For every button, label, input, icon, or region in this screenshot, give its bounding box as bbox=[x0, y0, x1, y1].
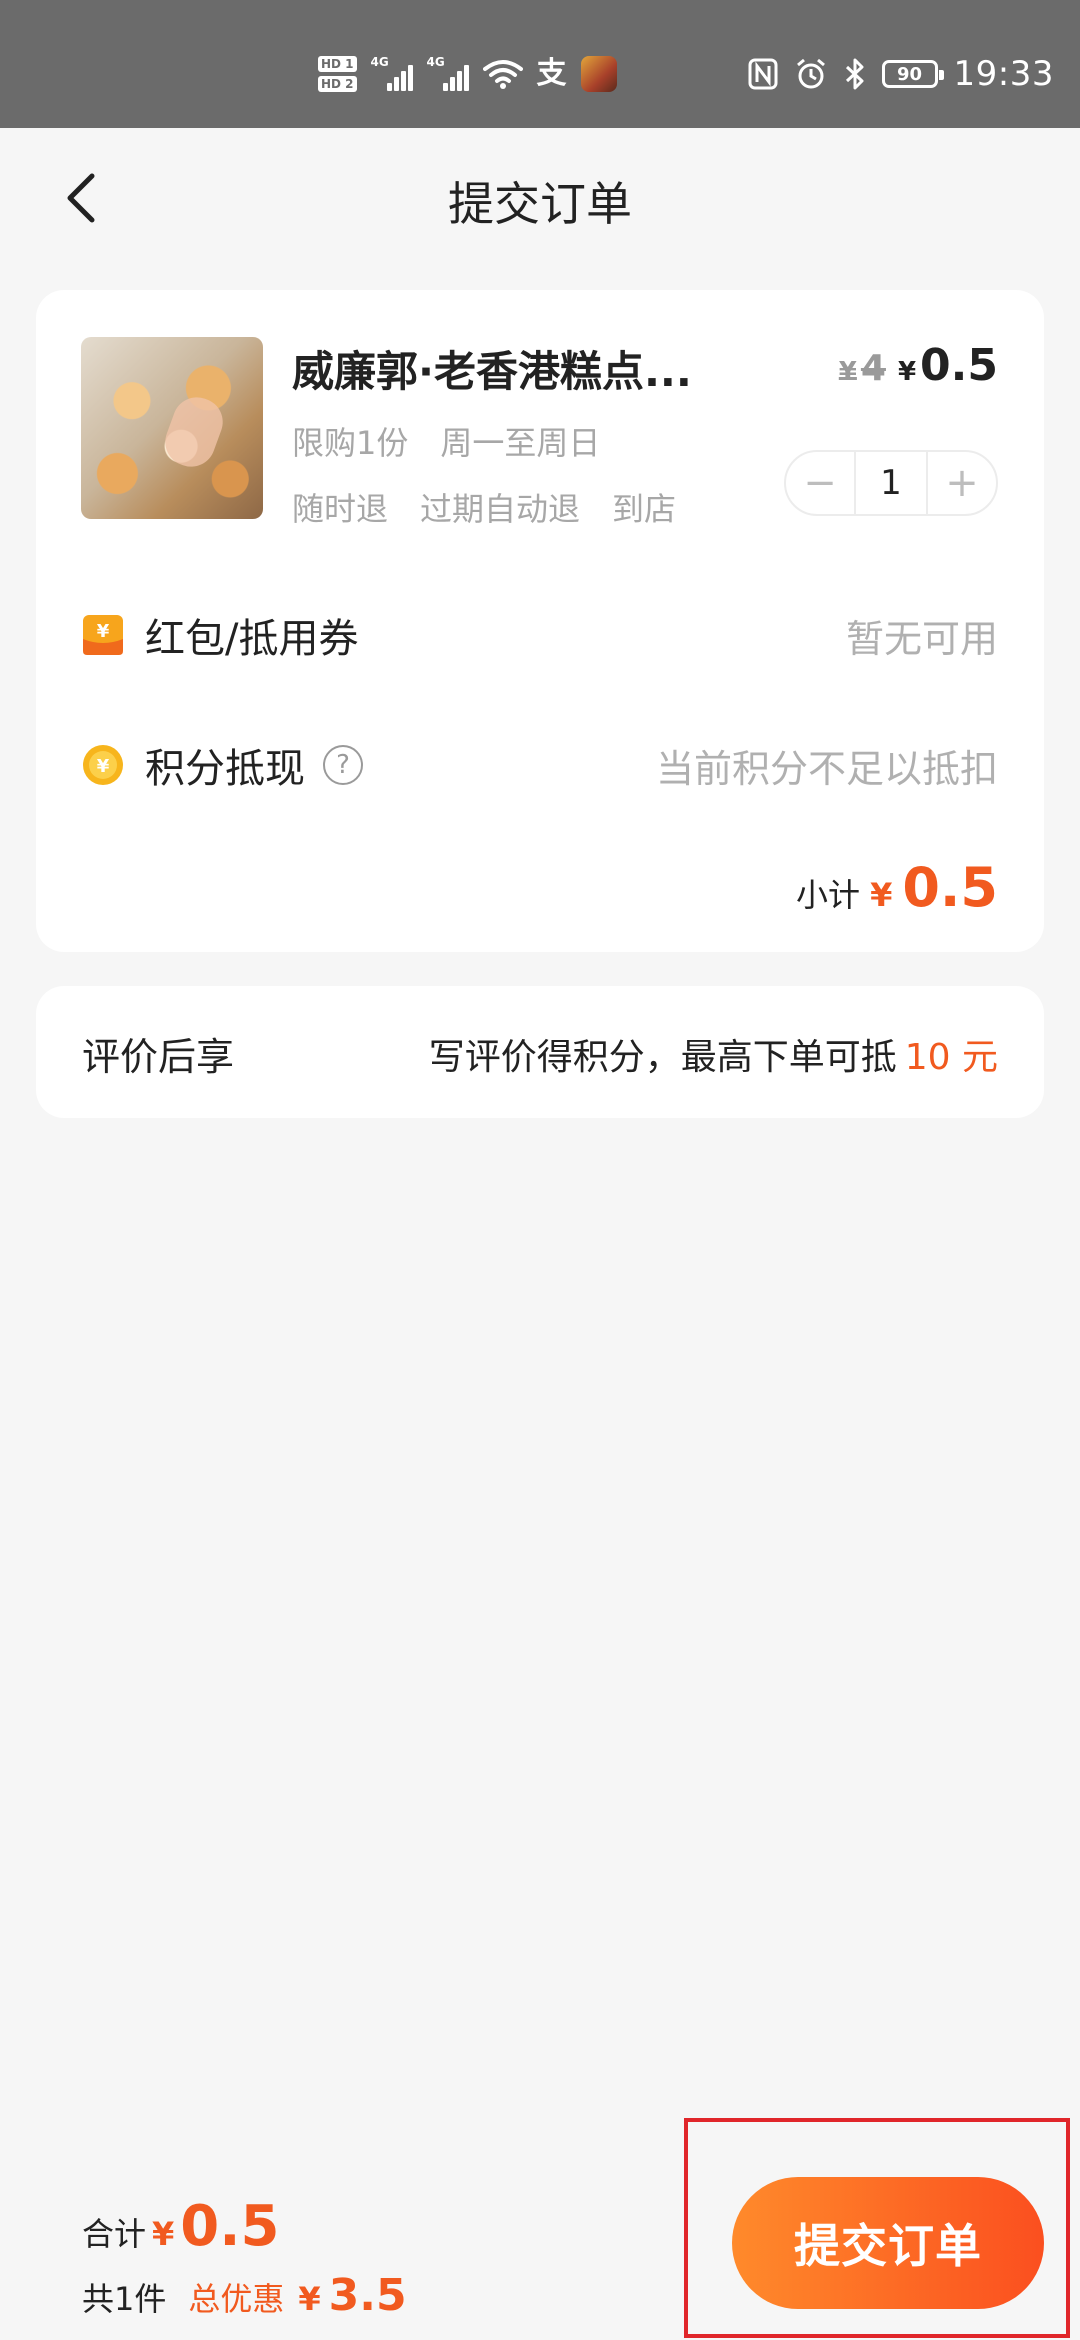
battery-level: 90 bbox=[896, 63, 923, 85]
original-price-symbol: ¥ bbox=[838, 357, 857, 387]
status-left-group: HD 1 HD 2 4G 4G 支 bbox=[318, 50, 617, 98]
subtotal-symbol: ¥ bbox=[870, 876, 893, 914]
decrease-button[interactable]: − bbox=[786, 452, 854, 514]
svg-text:¥: ¥ bbox=[97, 621, 110, 642]
status-bar: HD 1 HD 2 4G 4G 支 90 19:33 bbox=[0, 0, 1080, 128]
battery-icon: 90 bbox=[881, 60, 944, 88]
alarm-icon bbox=[796, 58, 825, 89]
product-name[interactable]: 威廉郭·老香港糕点... bbox=[292, 338, 812, 399]
discount-label: 总优惠 bbox=[188, 2280, 285, 2318]
product-tags-row-1: 限购1份 周一至周日 bbox=[292, 418, 600, 464]
discount-symbol: ¥ bbox=[298, 2280, 321, 2318]
game-notification-icon bbox=[580, 56, 617, 92]
signal-2-icon: 4G bbox=[426, 55, 469, 91]
quantity-stepper: − 1 + bbox=[784, 450, 998, 516]
review-reward-label: 评价后享 bbox=[82, 1035, 235, 1079]
help-icon[interactable]: ? bbox=[323, 745, 363, 785]
page-title: 提交订单 bbox=[448, 177, 632, 231]
product-tags-row-2: 随时退 过期自动退 到店 bbox=[292, 484, 676, 530]
app-header: 提交订单 bbox=[0, 128, 1080, 268]
points-row: ¥ 积分抵现 ? 当前积分不足以抵扣 bbox=[81, 730, 998, 800]
subtotal-amount: 0.5 bbox=[902, 856, 998, 919]
svg-text:¥: ¥ bbox=[97, 756, 110, 777]
review-reward-amount: 10 元 bbox=[904, 1037, 998, 1078]
bluetooth-icon bbox=[845, 58, 864, 90]
coupon-label: 红包/抵用券 bbox=[145, 616, 359, 662]
coupon-value: 暂无可用 bbox=[845, 616, 998, 661]
current-price: ¥0.5 bbox=[898, 340, 998, 391]
status-right-group: 90 19:33 bbox=[748, 50, 1054, 98]
total-line: 合计 ¥ 0.5 bbox=[82, 2194, 279, 2259]
price-group: ¥4 ¥0.5 bbox=[839, 340, 998, 391]
tag-refund-anytime: 随时退 bbox=[292, 490, 389, 528]
product-image[interactable] bbox=[81, 337, 263, 519]
original-price-value: 4 bbox=[860, 348, 886, 389]
total-amount: 0.5 bbox=[180, 2194, 280, 2259]
review-reward-card[interactable]: 评价后享 写评价得积分，最高下单可抵 10 元 bbox=[36, 986, 1044, 1118]
count-discount-line: 共1件 总优惠 ¥ 3.5 bbox=[82, 2270, 407, 2321]
total-label: 合计 bbox=[82, 2215, 147, 2253]
points-label: 积分抵现 bbox=[145, 746, 305, 792]
tag-auto-refund: 过期自动退 bbox=[420, 490, 581, 528]
total-symbol: ¥ bbox=[152, 2215, 175, 2253]
sim-indicators: HD 1 HD 2 bbox=[318, 56, 357, 92]
submit-order-button[interactable]: 提交订单 bbox=[732, 2177, 1044, 2309]
tag-in-store: 到店 bbox=[612, 490, 677, 528]
item-count: 共1件 bbox=[82, 2280, 167, 2318]
original-price: ¥4 bbox=[839, 348, 886, 389]
sim2-indicator: HD 2 bbox=[318, 76, 357, 92]
sim1-indicator: HD 1 bbox=[318, 56, 357, 72]
sim1-label: HD 1 bbox=[318, 56, 357, 72]
discount-amount: 3.5 bbox=[328, 2270, 407, 2321]
tag-valid-days: 周一至周日 bbox=[440, 424, 601, 462]
network1-label: 4G bbox=[370, 55, 389, 69]
nfc-icon bbox=[748, 58, 778, 90]
wifi-icon bbox=[482, 60, 523, 89]
order-card: 威廉郭·老香港糕点... ¥4 ¥0.5 限购1份 周一至周日 随时退 过期自动… bbox=[36, 290, 1044, 952]
subtotal: 小计 ¥ 0.5 bbox=[796, 856, 998, 919]
review-reward-info: 写评价得积分，最高下单可抵 10 元 bbox=[429, 1028, 998, 1080]
sim2-label: HD 2 bbox=[318, 76, 357, 92]
tag-purchase-limit: 限购1份 bbox=[292, 424, 409, 462]
current-price-symbol: ¥ bbox=[897, 357, 917, 387]
quantity-value[interactable]: 1 bbox=[854, 452, 928, 514]
network2-label: 4G bbox=[426, 55, 445, 69]
clock: 19:33 bbox=[953, 54, 1054, 94]
current-price-value: 0.5 bbox=[920, 340, 998, 391]
increase-button[interactable]: + bbox=[928, 452, 996, 514]
alipay-icon: 支 bbox=[536, 56, 567, 91]
points-value: 当前积分不足以抵扣 bbox=[655, 746, 998, 791]
subtotal-label: 小计 bbox=[796, 876, 861, 914]
review-reward-text: 写评价得积分，最高下单可抵 bbox=[428, 1037, 897, 1078]
signal-1-icon: 4G bbox=[370, 55, 413, 91]
red-packet-icon: ¥ bbox=[83, 615, 123, 655]
coupon-row[interactable]: ¥ 红包/抵用券 暂无可用 bbox=[81, 600, 998, 670]
coin-icon: ¥ bbox=[83, 745, 123, 785]
